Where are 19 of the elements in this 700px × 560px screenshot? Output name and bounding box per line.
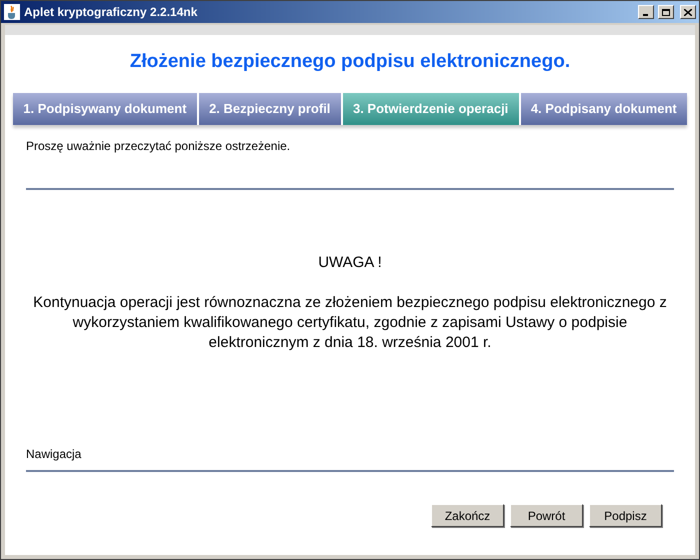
page-heading: Złożenie bezpiecznego podpisu elektronicznego. (128, 50, 572, 74)
maximize-icon (662, 8, 670, 16)
java-cup-icon (4, 4, 20, 20)
intro-text: Proszę uważnie przeczytać poniższe ostrzeżenie. (26, 138, 292, 154)
warning-title: UWAGA ! (317, 252, 383, 272)
action-button[interactable]: Powrót (510, 504, 583, 527)
minimize-button[interactable] (638, 5, 654, 19)
step-tab[interactable]: 3. Potwierdzenie operacji (342, 92, 519, 124)
close-icon (684, 8, 692, 16)
action-button[interactable]: Podpisz (589, 504, 662, 527)
step-tab[interactable]: 1. Podpisywany dokument (13, 92, 197, 124)
close-button[interactable] (680, 5, 696, 19)
maximize-button[interactable] (658, 5, 674, 19)
action-button[interactable]: Zakończ (431, 504, 504, 527)
step-tab[interactable]: 2. Bezpieczny profil (198, 92, 341, 124)
navigation-label: Nawigacja (26, 446, 82, 463)
warning-text: Kontynuacja operacji jest równoznaczna ze złożeniem bezpiecznego podpisu elektronicznego z wykorzystaniem kwalifikowanego certyfikatu, zgodnie z zapisami Ustawy o podpisie elektronicznym z dnia 18. września 2001 r. (32, 293, 668, 353)
window-title: Aplet kryptograficzny 2.2.14nk (24, 4, 198, 21)
step-tab[interactable]: 4. Podpisany dokument (520, 92, 688, 124)
